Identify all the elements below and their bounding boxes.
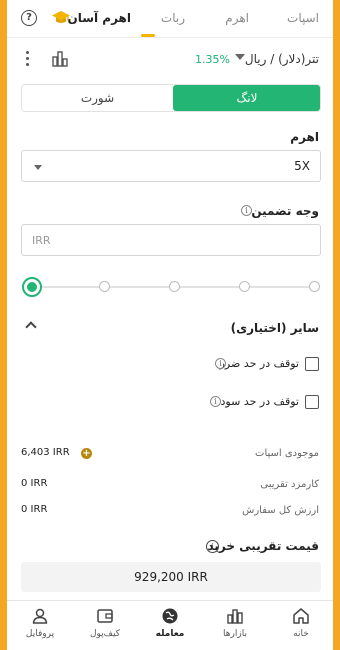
take-profit-label: توقف در حد سود [220, 395, 299, 408]
long-button[interactable]: لانگ [173, 85, 320, 111]
app-screen: اسپات اهرم ربات اهرم آسان ? تتر(دلار) / … [7, 0, 333, 650]
estimated-price-value: 929,200 IRR [21, 562, 321, 592]
slider-stop[interactable] [309, 281, 320, 292]
pair-title[interactable]: تتر(دلار) / ریال [245, 52, 319, 66]
margin-input-box[interactable] [21, 224, 321, 256]
leverage-label: اهرم [290, 130, 319, 144]
total-value: 0 IRR [21, 504, 48, 515]
wallet-icon [97, 609, 113, 623]
stop-loss-label: توقف در حد ضرر [219, 357, 299, 370]
nav-profile-label: پروفایل [25, 629, 55, 639]
nav-trade-label: معامله [155, 629, 185, 639]
chevron-up-icon[interactable] [25, 321, 37, 333]
tab-easy-leverage[interactable]: اهرم آسان [67, 11, 131, 25]
nav-markets-label: بازارها [223, 629, 247, 639]
help-icon[interactable]: ? [21, 10, 37, 26]
chevron-down-icon [34, 165, 42, 170]
nav-home-label: خانه [293, 629, 309, 639]
nav-wallet-label: کیف‌پول [89, 629, 120, 639]
pair-change-percent: 1.35% [195, 53, 230, 66]
slider-stop[interactable] [99, 281, 110, 292]
info-icon[interactable]: i [210, 396, 221, 407]
short-button[interactable]: شورت [22, 85, 173, 111]
trade-icon [162, 608, 178, 624]
other-section-label[interactable]: سایر (اختیاری) [231, 321, 319, 335]
nav-markets[interactable]: بازارها [205, 607, 265, 639]
active-tab-indicator [141, 34, 155, 37]
take-profit-checkbox[interactable] [305, 395, 319, 409]
markets-icon [227, 609, 243, 624]
pair-dropdown-caret-icon[interactable] [235, 54, 245, 60]
more-options-icon[interactable] [26, 51, 30, 67]
margin-input[interactable] [22, 225, 320, 255]
margin-label: وجه تضمین [251, 204, 319, 218]
tab-bot[interactable]: ربات [161, 11, 185, 25]
nav-trade[interactable]: معامله [140, 607, 200, 639]
nav-home[interactable]: خانه [271, 607, 331, 639]
info-icon[interactable]: i [241, 205, 252, 216]
info-icon[interactable]: i [215, 358, 226, 369]
spot-balance-value: 6,403 IRR [21, 447, 70, 458]
home-icon [293, 608, 309, 624]
add-funds-icon[interactable]: + [81, 448, 92, 459]
top-tab-bar: اسپات اهرم ربات اهرم آسان ? [7, 0, 333, 38]
spot-balance-label: موجودی اسپات [255, 448, 319, 459]
stop-loss-checkbox[interactable] [305, 357, 319, 371]
slider-thumb[interactable] [22, 277, 42, 297]
total-label: ارزش کل سفارش [242, 505, 319, 516]
bottom-navigation: خانه بازارها معامله کیف‌پول [7, 600, 333, 650]
nav-wallet[interactable]: کیف‌پول [75, 607, 135, 639]
profile-icon [32, 608, 48, 624]
tab-leverage[interactable]: اهرم [225, 11, 249, 25]
info-icon[interactable]: i [206, 540, 219, 553]
fee-label: کارمزد تقریبی [260, 479, 319, 490]
graduation-cap-icon[interactable] [51, 9, 71, 27]
slider-stop[interactable] [239, 281, 250, 292]
leverage-select[interactable]: 5X [21, 150, 321, 182]
tab-spot[interactable]: اسپات [287, 11, 319, 25]
estimated-price-label: قیمت تقریبی خرید [207, 539, 319, 553]
nav-profile[interactable]: پروفایل [10, 607, 70, 639]
fee-value: 0 IRR [21, 478, 48, 489]
slider-stop[interactable] [169, 281, 180, 292]
leverage-value: 5X [294, 159, 310, 173]
chart-icon[interactable] [51, 50, 69, 68]
side-toggle: شورت لانگ [21, 84, 321, 112]
